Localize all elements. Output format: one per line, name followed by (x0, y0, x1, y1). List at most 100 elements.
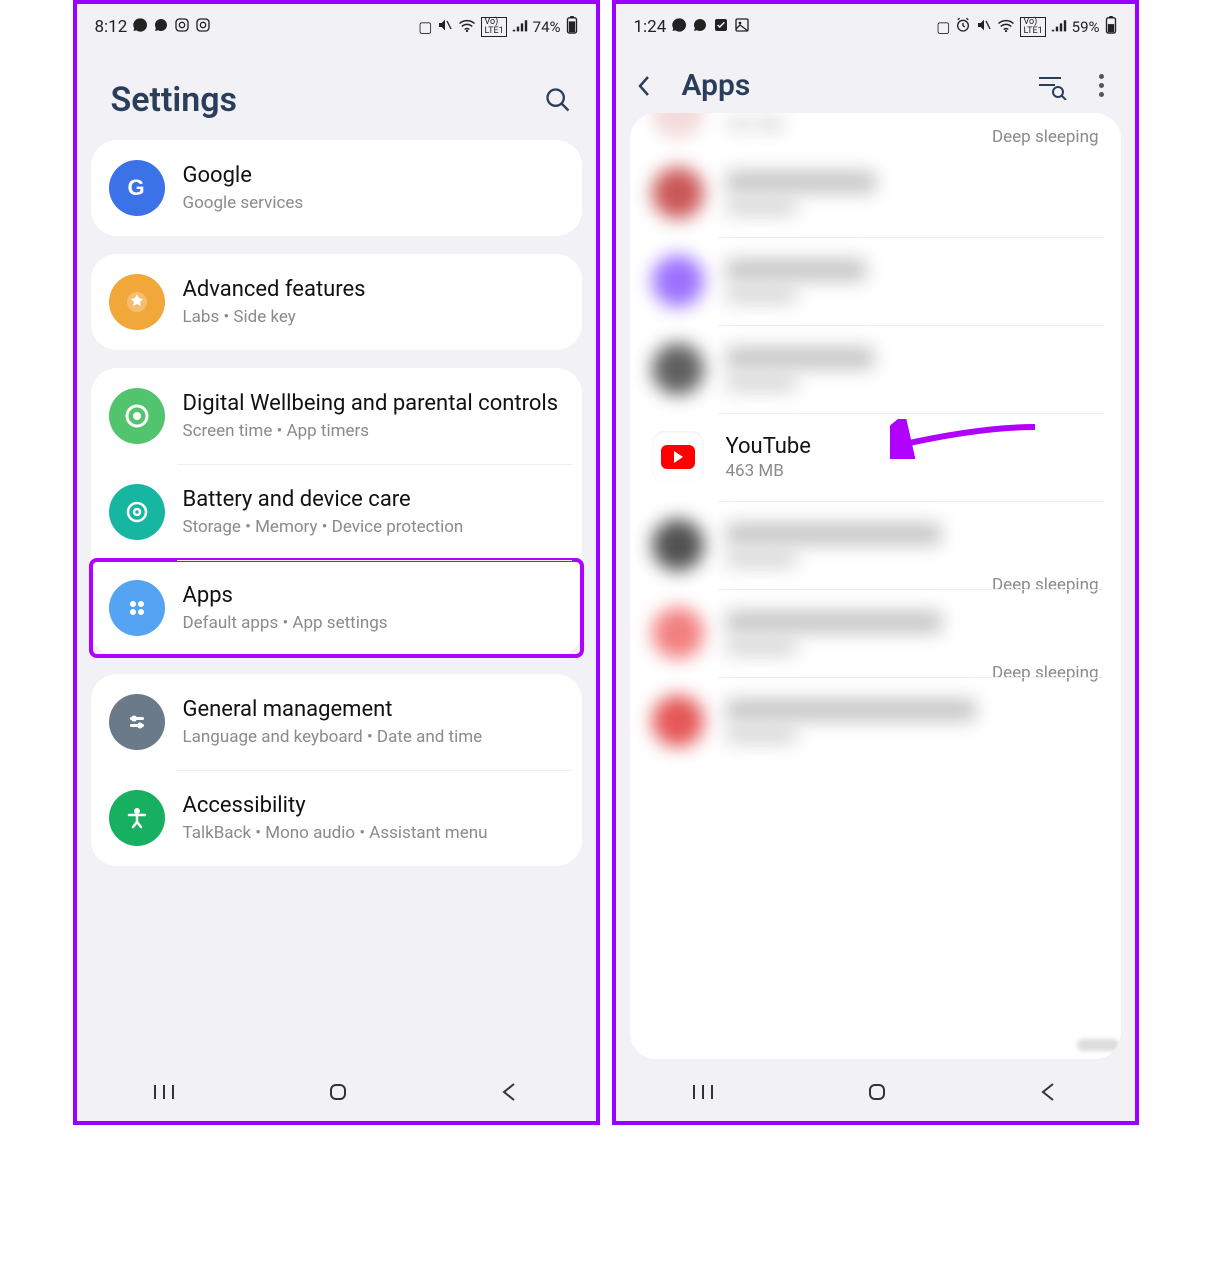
back-button[interactable] (500, 1080, 520, 1108)
app-row-youtube[interactable]: YouTube463 MB (630, 413, 1121, 501)
status-bar: 1:24 ▢ (616, 4, 1135, 50)
app-row[interactable] (630, 677, 1121, 765)
battery-icon (566, 16, 578, 38)
alarm-icon (955, 17, 971, 37)
mute-icon (437, 17, 453, 37)
app-row[interactable]: Deep sleeping (630, 501, 1121, 589)
battery-icon (109, 484, 165, 540)
check-icon (713, 17, 729, 38)
settings-row-google[interactable]: GGoogleGoogle services (91, 140, 582, 236)
app-name (726, 611, 942, 633)
row-title: Advanced features (183, 277, 564, 303)
whatsapp-icon (132, 17, 148, 38)
wifi-icon (458, 18, 476, 36)
status-time: 8:12 (95, 17, 128, 37)
page-title: Settings (111, 80, 238, 120)
settings-card: Digital Wellbeing and parental controls S… (91, 368, 582, 656)
volte-icon: Vo)LTE1 (481, 17, 506, 37)
app-name (726, 259, 866, 281)
image-icon (734, 17, 750, 38)
whatsapp-icon (671, 17, 687, 38)
wifi-icon (997, 18, 1015, 36)
home-button[interactable] (865, 1080, 889, 1108)
row-subtitle: Storage • Memory • Device protection (183, 517, 564, 537)
app-row[interactable] (630, 325, 1121, 413)
svg-text:G: G (127, 175, 144, 200)
advanced-icon (109, 274, 165, 330)
apps-screen: 1:24 ▢ (612, 0, 1139, 1125)
battery-percent: 74% (533, 18, 561, 36)
status-bar: 8:12 ▢ (77, 4, 596, 50)
app-name (726, 699, 976, 721)
app-size (726, 199, 796, 215)
instagram-icon (195, 17, 211, 38)
settings-row-general[interactable]: General management Language and keyboard … (91, 674, 582, 770)
chat-icon (692, 17, 708, 38)
app-name (726, 347, 874, 369)
row-subtitle: Language and keyboard • Date and time (183, 727, 564, 747)
status-time: 1:24 (634, 17, 667, 37)
wellbeing-icon (109, 388, 165, 444)
page-header: Apps (616, 50, 1135, 113)
settings-card: Advanced features Labs • Side key (91, 254, 582, 350)
row-title: Apps (183, 583, 564, 609)
row-title: General management (183, 697, 564, 723)
app-row[interactable] (630, 237, 1121, 325)
apps-list[interactable]: 303 MB Deep sleeping YouTube463 MBDeep s… (630, 113, 1121, 1059)
settings-row-accessibility[interactable]: Accessibility TalkBack • Mono audio • Ass… (91, 770, 582, 866)
app-row[interactable]: Deep sleeping (630, 589, 1121, 677)
app-size: 463 MB (726, 461, 1099, 481)
row-title: Google (183, 163, 564, 189)
row-subtitle: Labs • Side key (183, 307, 564, 327)
recents-button[interactable] (152, 1082, 176, 1106)
row-subtitle: Default apps • App settings (183, 613, 564, 633)
mute-icon (976, 17, 992, 37)
recents-button[interactable] (691, 1082, 715, 1106)
app-name (726, 523, 941, 545)
row-title: Battery and device care (183, 487, 564, 513)
row-title: Accessibility (183, 793, 564, 819)
settings-row-advanced[interactable]: Advanced features Labs • Side key (91, 254, 582, 350)
app-icon (652, 255, 704, 307)
volte-icon: Vo)LTE1 (1020, 17, 1045, 37)
youtube-icon (652, 431, 704, 483)
app-name: YouTube (726, 434, 1099, 459)
signal-icon (1051, 18, 1067, 36)
row-subtitle: Screen time • App timers (183, 421, 564, 441)
apps-icon (109, 580, 165, 636)
settings-row-apps[interactable]: Apps Default apps • App settings (91, 560, 582, 656)
back-button[interactable] (634, 72, 654, 100)
settings-card: GGoogleGoogle services (91, 140, 582, 236)
app-icon (652, 519, 704, 571)
app-status: Deep sleeping (992, 127, 1099, 147)
instagram-icon (174, 17, 190, 38)
page-title: Apps (682, 68, 751, 103)
cast-icon: ▢ (936, 18, 950, 36)
app-icon (652, 607, 704, 659)
row-subtitle: TalkBack • Mono audio • Assistant menu (183, 823, 564, 843)
scroll-indicator (1077, 1039, 1119, 1051)
settings-list[interactable]: GGoogleGoogle servicesAdvanced featuresL… (77, 140, 596, 1067)
app-icon (652, 695, 704, 747)
page-header: Settings (77, 50, 596, 140)
filter-search-button[interactable] (1037, 74, 1065, 98)
app-icon (652, 167, 704, 219)
battery-percent: 59% (1072, 18, 1100, 36)
app-size (726, 551, 796, 567)
accessibility-icon (109, 790, 165, 846)
signal-icon (512, 18, 528, 36)
search-button[interactable] (544, 86, 572, 114)
back-button[interactable] (1039, 1080, 1059, 1108)
settings-row-battery[interactable]: Battery and device care Storage • Memory … (91, 464, 582, 560)
app-size (726, 375, 796, 391)
app-row[interactable] (630, 149, 1121, 237)
nav-bar (77, 1067, 596, 1121)
settings-row-wellbeing[interactable]: Digital Wellbeing and parental controls S… (91, 368, 582, 464)
app-size (726, 727, 796, 743)
more-options-button[interactable] (1093, 74, 1111, 97)
row-title: Digital Wellbeing and parental controls (183, 391, 564, 417)
nav-bar (616, 1067, 1135, 1121)
settings-card: General management Language and keyboard … (91, 674, 582, 866)
app-row[interactable]: 303 MB Deep sleeping (630, 117, 1121, 149)
home-button[interactable] (326, 1080, 350, 1108)
